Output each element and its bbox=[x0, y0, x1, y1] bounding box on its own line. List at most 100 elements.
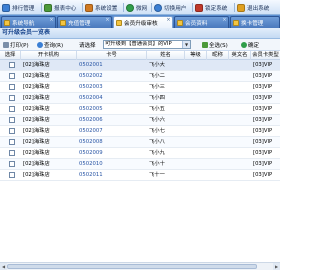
close-icon[interactable]: × bbox=[105, 18, 110, 23]
column-header-name[interactable]: 姓名 bbox=[147, 51, 185, 60]
cell-name: 飞小二 bbox=[149, 73, 165, 79]
cell-name: 飞小十 bbox=[149, 161, 165, 167]
toolbar-globe-button[interactable]: 微网 bbox=[126, 2, 147, 13]
row-checkbox[interactable] bbox=[9, 62, 15, 68]
column-header-org[interactable]: 开卡机构 bbox=[21, 51, 77, 60]
toolbar-divider bbox=[151, 3, 152, 12]
cell-card-number: 0502009 bbox=[79, 150, 103, 156]
column-header-select[interactable]: 选择 bbox=[0, 51, 21, 60]
upgrade-target-select[interactable]: 可升级到【普通会员】的VIP ▼ bbox=[103, 40, 191, 49]
cell-card-type: [03]VIP bbox=[253, 73, 273, 79]
cell-card-type: [03]VIP bbox=[253, 84, 273, 90]
row-checkbox[interactable] bbox=[9, 84, 15, 90]
row-checkbox[interactable] bbox=[9, 128, 15, 134]
action-bar: 打印(P) 查询(R) 请选择 可升级到【普通会员】的VIP ▼ 全选(S) 确… bbox=[0, 39, 280, 51]
cell-org: [02]海珠店 bbox=[23, 139, 50, 145]
table-row[interactable]: [02]海珠店 0502011 飞十一 [03]VIP bbox=[0, 170, 280, 181]
cell-name: 飞小九 bbox=[149, 150, 165, 156]
member-grid: 选择 开卡机构 卡号 姓名 等级 昵称 英文名 会员卡类型 [02]海珠店 050… bbox=[0, 51, 280, 261]
cell-name: 飞小大 bbox=[149, 62, 165, 68]
close-icon[interactable]: × bbox=[166, 18, 171, 23]
table-row[interactable]: [02]海珠店 0502007 飞小七 [03]VIP bbox=[0, 126, 280, 137]
scroll-right-icon[interactable]: ▶ bbox=[273, 263, 280, 270]
tab-member-profile[interactable]: 会员资料 × bbox=[174, 16, 229, 28]
query-button[interactable]: 查询(R) bbox=[36, 40, 64, 50]
cell-name: 飞小八 bbox=[149, 139, 165, 145]
toolbar-lock-button[interactable]: 锁定系统 bbox=[195, 2, 227, 13]
folder-icon bbox=[116, 19, 122, 26]
cell-card-type: [03]VIP bbox=[253, 150, 273, 156]
column-header-card-type[interactable]: 会员卡类型 bbox=[251, 51, 280, 60]
tab-member-upgrade-review[interactable]: 会员升级审核 × bbox=[113, 16, 173, 28]
cell-card-number: 0502008 bbox=[79, 139, 103, 145]
row-checkbox[interactable] bbox=[9, 161, 15, 167]
confirm-button[interactable]: 确定 bbox=[240, 40, 260, 50]
cell-name: 飞十一 bbox=[149, 172, 165, 178]
toolbar-ranking-button[interactable]: 排行管理 bbox=[2, 2, 34, 13]
settings-icon bbox=[85, 3, 93, 12]
table-row[interactable]: [02]海珠店 0502010 飞小十 [03]VIP bbox=[0, 159, 280, 170]
row-checkbox[interactable] bbox=[9, 172, 15, 178]
toolbar-ranking-label: 排行管理 bbox=[12, 5, 35, 12]
horizontal-scrollbar[interactable]: ◀ ▶ bbox=[0, 262, 280, 270]
toolbar-report-label: 报表中心 bbox=[54, 5, 77, 12]
table-row[interactable]: [02]海珠店 0502009 飞小九 [03]VIP bbox=[0, 148, 280, 159]
upgrade-target-value: 可升级到【普通会员】的VIP bbox=[105, 41, 172, 47]
cell-card-type: [03]VIP bbox=[253, 172, 273, 178]
table-row[interactable]: [02]海珠店 0502005 飞小五 [03]VIP bbox=[0, 104, 280, 115]
row-checkbox[interactable] bbox=[9, 150, 15, 156]
cell-org: [02]海珠店 bbox=[23, 172, 50, 178]
cell-org: [02]海珠店 bbox=[23, 161, 50, 167]
tab-system-nav[interactable]: 系统导航 × bbox=[1, 16, 56, 28]
folder-icon bbox=[4, 19, 10, 26]
toolbar-exit-button[interactable]: 退出系统 bbox=[237, 2, 269, 13]
chevron-down-icon[interactable]: ▼ bbox=[182, 41, 190, 48]
cell-card-type: [03]VIP bbox=[253, 117, 273, 123]
table-row[interactable]: [02]海珠店 0502001 飞小大 [03]VIP bbox=[0, 60, 280, 71]
tab-card-exchange[interactable]: 换卡管理 bbox=[230, 16, 280, 28]
cell-name: 飞小五 bbox=[149, 106, 165, 112]
row-checkbox[interactable] bbox=[9, 106, 15, 112]
row-checkbox[interactable] bbox=[9, 117, 15, 123]
cell-card-type: [03]VIP bbox=[253, 62, 273, 68]
table-row[interactable]: [02]海珠店 0502002 飞小二 [03]VIP bbox=[0, 71, 280, 82]
column-header-english-name[interactable]: 英文名 bbox=[229, 51, 251, 60]
toolbar-divider bbox=[41, 3, 42, 12]
tab-label: 会员资料 bbox=[185, 20, 208, 27]
toolbar-settings-label: 系统设置 bbox=[95, 5, 118, 12]
toolbar-report-button[interactable]: 报表中心 bbox=[44, 2, 76, 13]
close-icon[interactable]: × bbox=[49, 18, 54, 23]
lock-icon bbox=[195, 3, 203, 12]
column-header-level[interactable]: 等级 bbox=[185, 51, 207, 60]
row-checkbox[interactable] bbox=[9, 73, 15, 79]
column-header-nickname[interactable]: 昵称 bbox=[207, 51, 229, 60]
cell-card-number: 0502003 bbox=[79, 84, 103, 90]
toolbar-lock-label: 锁定系统 bbox=[205, 5, 228, 12]
switch-user-icon bbox=[154, 3, 162, 12]
table-row[interactable]: [02]海珠店 0502004 飞小四 [03]VIP bbox=[0, 93, 280, 104]
scroll-left-icon[interactable]: ◀ bbox=[0, 263, 7, 270]
confirm-label: 确定 bbox=[248, 43, 260, 49]
tab-label: 换卡管理 bbox=[241, 20, 264, 27]
table-row[interactable]: [02]海珠店 0502003 飞小三 [03]VIP bbox=[0, 82, 280, 93]
confirm-icon bbox=[241, 42, 247, 48]
row-checkbox[interactable] bbox=[9, 95, 15, 101]
scrollbar-thumb[interactable] bbox=[7, 264, 257, 269]
toolbar-divider bbox=[82, 3, 83, 12]
print-button[interactable]: 打印(P) bbox=[2, 40, 30, 50]
cell-org: [02]海珠店 bbox=[23, 73, 50, 79]
select-prompt: 请选择 bbox=[78, 40, 97, 50]
cell-org: [02]海珠店 bbox=[23, 106, 50, 112]
cell-card-number: 0502007 bbox=[79, 128, 103, 134]
folder-icon bbox=[177, 19, 183, 26]
toolbar-settings-button[interactable]: 系统设置 bbox=[85, 2, 117, 13]
select-all-button[interactable]: 全选(S) bbox=[201, 40, 229, 50]
column-header-card[interactable]: 卡号 bbox=[77, 51, 147, 60]
close-icon[interactable]: × bbox=[222, 18, 227, 23]
table-row[interactable]: [02]海珠店 0502006 飞小六 [03]VIP bbox=[0, 115, 280, 126]
tab-recharge[interactable]: 充值管理 × bbox=[57, 16, 112, 28]
table-row[interactable]: [02]海珠店 0502008 飞小八 [03]VIP bbox=[0, 137, 280, 148]
toolbar-switch-user-button[interactable]: 切换用户 bbox=[154, 2, 186, 13]
cell-org: [02]海珠店 bbox=[23, 117, 50, 123]
row-checkbox[interactable] bbox=[9, 139, 15, 145]
